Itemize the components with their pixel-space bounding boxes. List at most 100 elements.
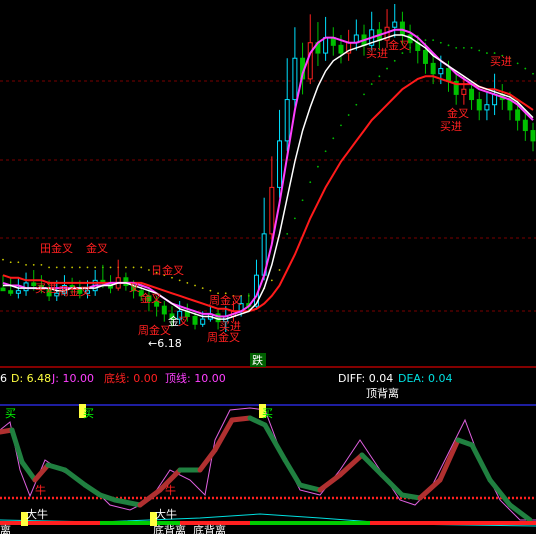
signal-label: 金叉	[140, 291, 162, 305]
sar-dot	[393, 59, 396, 62]
trend-band	[112, 497, 143, 508]
sar-dot	[132, 266, 135, 269]
sar-dot	[478, 49, 481, 52]
sar-dot	[363, 93, 365, 96]
sar-dot	[40, 263, 43, 266]
signal-label: 金叉	[447, 106, 469, 120]
signal-label: 金叉	[86, 241, 108, 255]
trend-band	[469, 442, 493, 483]
candle-body	[15, 290, 21, 294]
buy-marker: 买	[5, 407, 16, 420]
sar-dot	[171, 276, 173, 279]
sar-dot	[493, 52, 496, 54]
signal-label: 周金叉	[138, 323, 171, 337]
candle-body	[161, 305, 167, 315]
candle-body	[192, 316, 198, 325]
candle-body	[277, 140, 283, 188]
sar-dot	[78, 266, 81, 269]
sar-dot	[355, 103, 358, 106]
trend-band	[282, 457, 303, 488]
sar-dot	[55, 266, 58, 269]
signal-label: 周金叉	[207, 330, 240, 344]
sar-dot	[301, 199, 304, 202]
trend-band	[317, 472, 343, 493]
sar-dot	[524, 67, 527, 70]
sar-dot	[63, 266, 66, 269]
bull-marker: 牛	[165, 483, 176, 497]
bottom-divergence-label: 底背离	[193, 523, 226, 534]
sar-dot	[2, 258, 4, 261]
ma-line-magenta	[2, 28, 534, 318]
d-value: D: 6.48	[11, 372, 51, 385]
bottom-line-value: 底线: 0.00	[104, 371, 158, 385]
candle-body	[292, 57, 298, 101]
trend-band	[262, 422, 288, 463]
trend-band	[437, 437, 461, 483]
moving-averages	[2, 28, 534, 320]
candle-body	[484, 104, 490, 111]
sar-dot	[317, 165, 319, 168]
low-price-marker: ←6.18	[148, 337, 182, 350]
candle-body	[0, 287, 6, 292]
sar-dot	[178, 279, 181, 282]
candle-body	[392, 21, 398, 28]
candle-body	[123, 277, 129, 287]
sar-dot	[332, 137, 335, 140]
candle-body	[323, 37, 329, 54]
candle-body	[476, 99, 482, 111]
big-bull-marker: 大牛	[155, 507, 177, 521]
candle-body	[422, 49, 428, 64]
candle-body	[469, 88, 475, 101]
sar-dot	[470, 47, 473, 49]
sar-dot	[424, 39, 427, 42]
candle-body	[399, 21, 405, 36]
candle-body	[307, 42, 313, 80]
big-bull-marker: 大牛	[26, 507, 48, 521]
sar-dot	[286, 232, 289, 235]
candle-body	[338, 44, 344, 54]
sar-dot	[109, 266, 112, 269]
sar-dot	[270, 279, 273, 282]
candle-body	[8, 290, 14, 294]
candle-body	[461, 88, 467, 95]
sar-dot	[455, 47, 458, 49]
sar-dot	[340, 124, 342, 127]
sar-dot	[48, 266, 50, 269]
trend-band	[379, 472, 405, 498]
sar-dot	[140, 266, 143, 269]
chart-canvas: 田金叉 金叉 买进 周金叉 日金叉 叉 金叉 周金叉 买进 周金叉 金 叉 周金…	[0, 4, 536, 534]
trend-band	[82, 482, 103, 498]
sar-dot	[439, 41, 442, 44]
trend-band	[399, 492, 423, 501]
buy-marker: 买	[83, 407, 94, 420]
candle-body	[438, 68, 444, 75]
sar-dot	[347, 114, 350, 116]
sar-dot	[32, 263, 35, 266]
sar-dot	[17, 261, 20, 264]
trend-band	[19, 459, 38, 483]
signal-label: 买进	[490, 55, 512, 68]
sar-dot	[386, 67, 388, 70]
sar-dot	[432, 39, 435, 42]
trend-band	[45, 462, 68, 473]
candle-body	[269, 186, 275, 235]
signal-label: 金叉	[388, 38, 410, 52]
trend-band	[487, 477, 513, 508]
candle-body	[284, 99, 290, 142]
sar-dot	[378, 75, 381, 78]
signal-label: 叉	[129, 281, 140, 294]
sar-dot	[186, 282, 189, 284]
sar-dot	[462, 47, 465, 49]
trend-band	[197, 447, 218, 473]
trend-band	[417, 477, 443, 501]
sar-dot	[201, 287, 204, 289]
signal-label: 日金叉	[151, 263, 184, 277]
k-value: 6	[0, 372, 7, 385]
sar-dot	[370, 83, 373, 85]
candle-body	[515, 109, 521, 121]
signal-label: 买进	[366, 47, 388, 60]
top-line-value: 顶线: 10.00	[165, 371, 226, 385]
candle-body	[530, 130, 536, 142]
sar-dot	[9, 261, 12, 264]
candle-body	[430, 62, 436, 75]
